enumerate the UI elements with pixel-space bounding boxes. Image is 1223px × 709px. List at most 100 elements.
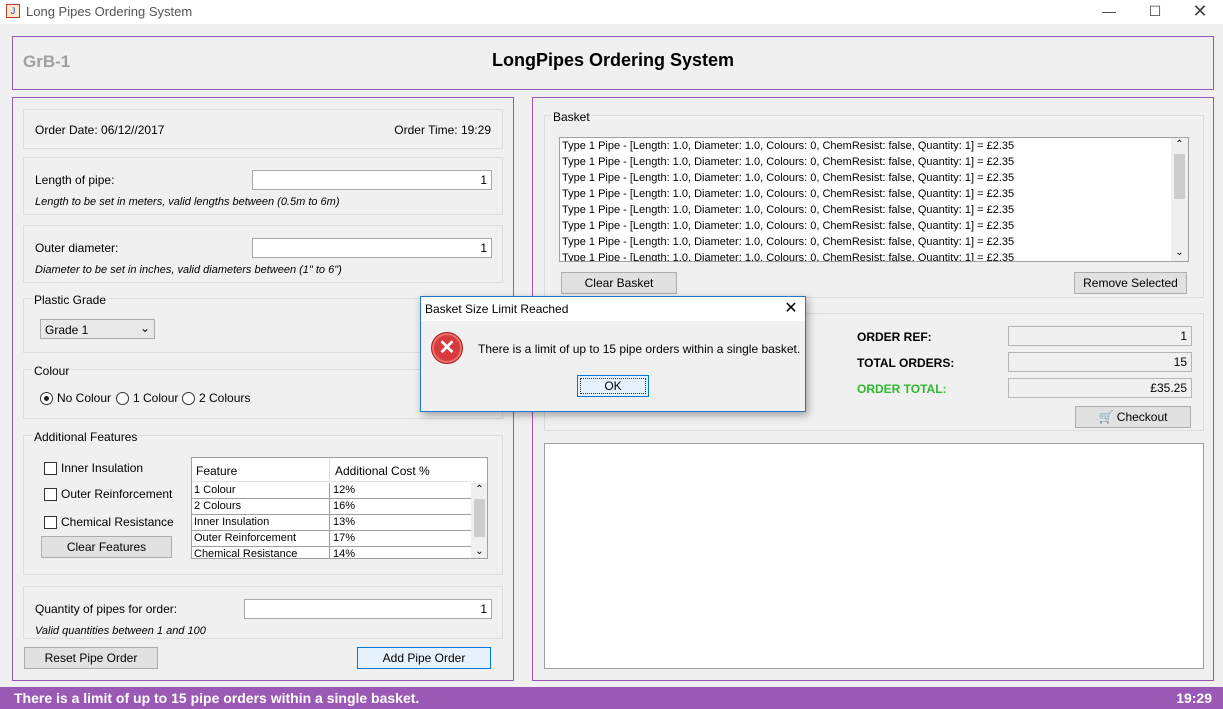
scroll-up-icon[interactable]: ⌃ [1171,138,1188,152]
plastic-grade-title: Plastic Grade [32,293,109,307]
list-item[interactable]: Type 1 Pipe - [Length: 1.0, Diameter: 1.… [562,250,1170,261]
error-icon: ✕ [431,332,463,364]
length-group: Length of pipe: 1 Length to be set in me… [23,157,503,215]
quantity-label: Quantity of pipes for order: [35,602,178,616]
basket-title: Basket [551,110,592,124]
page-title: LongPipes Ordering System [491,50,735,70]
list-item[interactable]: Type 1 Pipe - [Length: 1.0, Diameter: 1.… [562,218,1170,234]
colour-title: Colour [32,364,72,378]
checkout-button[interactable]: 🛒 Checkout [1075,406,1191,428]
col-header-cost: Additional Cost % [335,464,430,478]
length-input[interactable]: 1 [252,170,492,190]
table-cell-cost: 14% [333,548,356,559]
features-table-header: Feature Additional Cost % [192,458,471,482]
list-item[interactable]: Type 1 Pipe - [Length: 1.0, Diameter: 1.… [562,202,1170,218]
reset-pipe-order-button[interactable]: Reset Pipe Order [24,647,158,669]
radio-1-colour-label: 1 Colour [133,391,179,405]
total-orders-field: 15 [1008,352,1192,372]
checkbox-inner-insulation-label: Inner Insulation [61,461,144,475]
close-window-button[interactable]: ✕ [1177,0,1223,24]
table-cell-cost: 16% [333,500,356,512]
length-label: Length of pipe: [35,173,115,187]
radio-no-colour[interactable] [40,392,53,405]
order-total-field: £35.25 [1008,378,1192,398]
checkbox-inner-insulation[interactable] [44,462,57,475]
list-item[interactable]: Type 1 Pipe - [Length: 1.0, Diameter: 1.… [562,234,1170,250]
basket-group: Basket Type 1 Pipe - [Length: 1.0, Diame… [544,110,1204,298]
list-item[interactable]: Type 1 Pipe - [Length: 1.0, Diameter: 1.… [562,154,1170,170]
features-group: Additional Features Inner Insulation Out… [23,430,503,575]
table-cell-cost: 13% [333,516,356,528]
features-title: Additional Features [32,430,140,444]
table-cell-feature: Inner Insulation [194,516,270,528]
table-cell-feature: Outer Reinforcement [194,532,297,544]
order-ref-label: ORDER REF: [857,330,932,344]
table-cell-feature: 1 Colour [194,484,236,496]
diameter-group: Outer diameter: 1 Diameter to be set in … [23,225,503,283]
dialog-titlebar: Basket Size Limit Reached ✕ [421,297,805,321]
scroll-up-icon[interactable]: ⌃ [471,483,487,497]
scroll-down-icon[interactable]: ⌄ [1171,246,1188,260]
scrollbar-thumb[interactable] [1174,154,1185,199]
remove-selected-button[interactable]: Remove Selected [1074,272,1187,294]
plastic-grade-select[interactable]: Grade 1 ⌄ [40,319,155,339]
checkbox-outer-reinforcement-label: Outer Reinforcement [61,487,173,501]
add-pipe-order-button[interactable]: Add Pipe Order [357,647,491,669]
features-table[interactable]: Feature Additional Cost % 1 Colour 12% 2… [191,457,488,559]
list-item[interactable]: Type 1 Pipe - [Length: 1.0, Diameter: 1.… [562,170,1170,186]
table-row[interactable]: Chemical Resistance 14% [192,547,471,559]
java-app-icon: J [6,4,20,18]
table-row[interactable]: 2 Colours 16% [192,499,471,515]
total-orders-label: TOTAL ORDERS: [857,356,955,370]
window-titlebar: J Long Pipes Ordering System — ☐ ✕ [0,0,1223,24]
clear-basket-button[interactable]: Clear Basket [561,272,677,294]
order-time-label: Order Time: 19:29 [394,123,491,137]
order-details-area[interactable] [544,443,1204,669]
table-cell-feature: Chemical Resistance [194,548,298,559]
header-panel: GrB-1 LongPipes Ordering System [12,36,1214,90]
list-item[interactable]: Type 1 Pipe - [Length: 1.0, Diameter: 1.… [562,138,1170,154]
col-header-feature: Feature [196,464,238,478]
cell-divider [329,483,330,499]
table-cell-cost: 17% [333,532,356,544]
radio-2-colours[interactable] [182,392,195,405]
diameter-input[interactable]: 1 [252,238,492,258]
table-cell-feature: 2 Colours [194,500,242,512]
order-date-label: Order Date: 06/12//2017 [35,123,165,137]
chevron-down-icon: ⌄ [139,321,150,335]
basket-list-items: Type 1 Pipe - [Length: 1.0, Diameter: 1.… [562,138,1170,261]
cell-divider [329,515,330,531]
scroll-down-icon[interactable]: ⌄ [471,545,487,558]
length-hint: Length to be set in meters, valid length… [35,196,340,208]
quantity-hint: Valid quantities between 1 and 100 [35,625,206,637]
window-title: Long Pipes Ordering System [26,4,193,19]
ok-button[interactable]: OK [577,375,649,397]
status-bar: There is a limit of up to 15 pipe orders… [0,687,1223,709]
table-row[interactable]: Outer Reinforcement 17% [192,531,471,547]
checkout-label: Checkout [1116,410,1168,424]
dialog-close-icon[interactable]: ✕ [777,297,805,321]
status-message: There is a limit of up to 15 pipe orders… [14,690,420,706]
table-row[interactable]: Inner Insulation 13% [192,515,471,531]
order-total-label: ORDER TOTAL: [857,382,947,396]
radio-1-colour[interactable] [116,392,129,405]
minimize-button[interactable]: — [1086,0,1132,24]
quantity-group: Quantity of pipes for order: 1 Valid qua… [23,586,503,639]
scrollbar-thumb[interactable] [474,499,485,537]
order-ref-field: 1 [1008,326,1192,346]
basket-list[interactable]: Type 1 Pipe - [Length: 1.0, Diameter: 1.… [559,137,1189,262]
checkbox-outer-reinforcement[interactable] [44,488,57,501]
col-divider [329,458,330,482]
checkbox-chemical-resistance[interactable] [44,516,57,529]
basket-limit-dialog: Basket Size Limit Reached ✕ ✕ There is a… [420,296,806,412]
list-item[interactable]: Type 1 Pipe - [Length: 1.0, Diameter: 1.… [562,186,1170,202]
clear-features-button[interactable]: Clear Features [41,536,172,558]
features-table-scrollbar[interactable]: ⌃ ⌄ [471,483,487,558]
quantity-input[interactable]: 1 [244,599,492,619]
maximize-button[interactable]: ☐ [1132,0,1178,24]
diameter-hint: Diameter to be set in inches, valid diam… [35,264,342,276]
table-row[interactable]: 1 Colour 12% [192,483,471,499]
basket-scrollbar[interactable]: ⌃ ⌄ [1171,138,1188,261]
diameter-label: Outer diameter: [35,241,119,255]
cell-divider [329,499,330,515]
